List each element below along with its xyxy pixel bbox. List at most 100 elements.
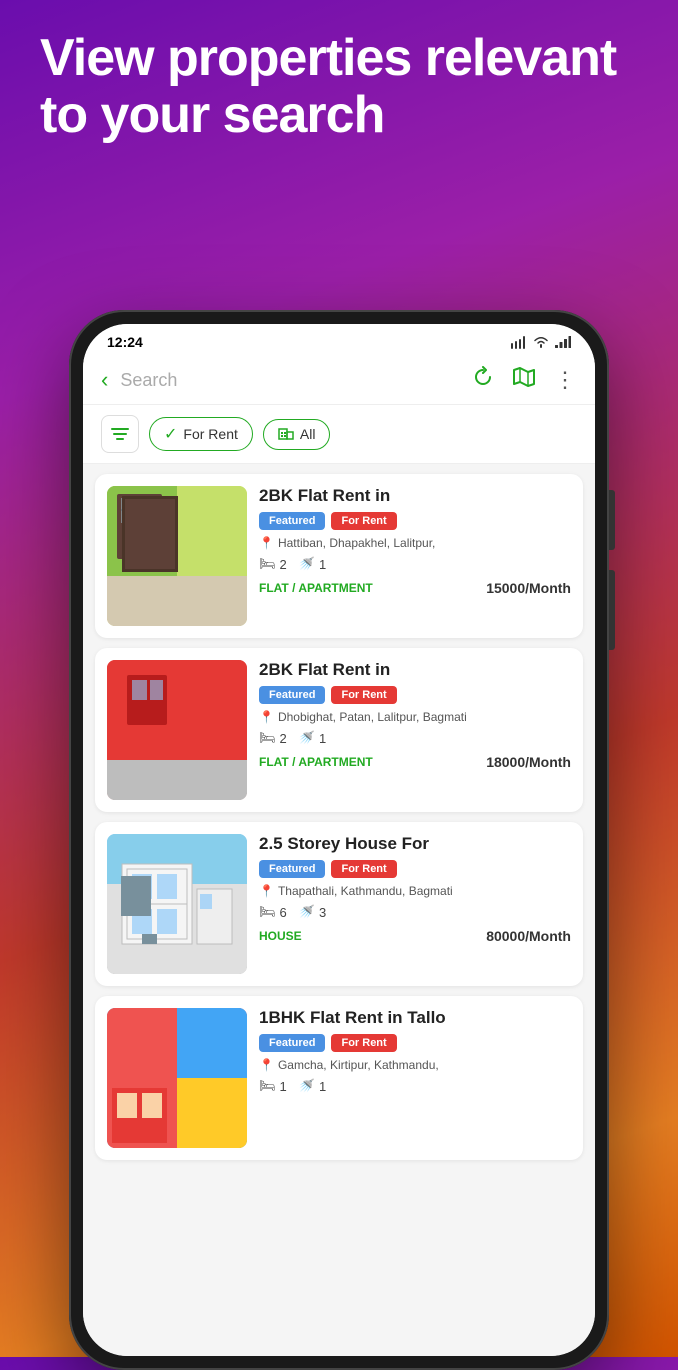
location-text-2: Dhobighat, Patan, Lalitpur, Bagmati	[278, 710, 467, 724]
for-rent-label: For Rent	[183, 426, 237, 442]
listing-location-3: 📍 Thapathali, Kathmandu, Bagmati	[259, 884, 571, 898]
listing-image-3	[107, 834, 247, 974]
listing-info-3: 2.5 Storey House For Featured For Rent 📍…	[259, 834, 571, 974]
listing-amenities-2: 🛏 2 🚿 1	[259, 730, 571, 746]
listing-title-2: 2BK Flat Rent in	[259, 660, 571, 680]
bedroom-amenity-1: 🛏 2	[259, 556, 287, 572]
location-text-1: Hattiban, Dhapakhel, Lalitpur,	[278, 536, 435, 550]
listing-info-4: 1BHK Flat Rent in Tallo Featured For Ren…	[259, 1008, 571, 1148]
bedroom-amenity-4: 🛏 1	[259, 1078, 287, 1094]
listing-price-2: 18000/Month	[486, 754, 571, 770]
listing-location-4: 📍 Gamcha, Kirtipur, Kathmandu,	[259, 1058, 571, 1072]
status-bar: 12:24	[83, 324, 595, 356]
listings-container: 2BK Flat Rent in Featured For Rent 📍 Hat…	[83, 464, 595, 1356]
listing-amenities-3: 🛏 6 🚿 3	[259, 904, 571, 920]
for-rent-badge-3: For Rent	[331, 860, 396, 878]
listing-location-1: 📍 Hattiban, Dhapakhel, Lalitpur,	[259, 536, 571, 550]
bedroom-count-1: 2	[280, 557, 287, 572]
hero-title: View properties relevant to your search	[40, 30, 638, 144]
side-button-2	[609, 570, 615, 650]
bed-icon-1: 🛏	[259, 556, 276, 572]
bathroom-amenity-1: 🚿 1	[299, 556, 326, 572]
listing-card-2[interactable]: 2BK Flat Rent in Featured For Rent 📍 Dho…	[95, 648, 583, 812]
featured-badge-1: Featured	[259, 512, 325, 530]
bedroom-amenity-2: 🛏 2	[259, 730, 287, 746]
bed-icon-3: 🛏	[259, 904, 276, 920]
location-pin-icon-1: 📍	[259, 536, 274, 550]
featured-badge-3: Featured	[259, 860, 325, 878]
listing-title-4: 1BHK Flat Rent in Tallo	[259, 1008, 571, 1028]
all-label: All	[300, 426, 316, 442]
bedroom-count-3: 6	[280, 905, 287, 920]
listing-badges-1: Featured For Rent	[259, 512, 571, 530]
listing-amenities-4: 🛏 1 🚿 1	[259, 1078, 571, 1094]
bath-icon-1: 🚿	[299, 556, 315, 572]
location-pin-icon-4: 📍	[259, 1058, 274, 1072]
bathroom-count-2: 1	[319, 731, 326, 746]
building-icon	[278, 426, 294, 443]
status-icons	[511, 335, 571, 349]
listing-card-3[interactable]: 2.5 Storey House For Featured For Rent 📍…	[95, 822, 583, 986]
phone-frame: 12:24	[69, 310, 609, 1370]
listing-title-3: 2.5 Storey House For	[259, 834, 571, 854]
property-type-3: HOUSE	[259, 929, 302, 943]
listing-info-2: 2BK Flat Rent in Featured For Rent 📍 Dho…	[259, 660, 571, 800]
search-label[interactable]: Search	[120, 370, 460, 391]
bathroom-amenity-4: 🚿 1	[299, 1078, 326, 1094]
bathroom-count-3: 3	[319, 905, 326, 920]
side-button-1	[609, 490, 615, 550]
phone-screen: 12:24	[83, 324, 595, 1356]
for-rent-badge-4: For Rent	[331, 1034, 396, 1052]
for-rent-badge-2: For Rent	[331, 686, 396, 704]
for-rent-badge-1: For Rent	[331, 512, 396, 530]
featured-badge-2: Featured	[259, 686, 325, 704]
location-text-3: Thapathali, Kathmandu, Bagmati	[278, 884, 453, 898]
bathroom-count-1: 1	[319, 557, 326, 572]
more-button[interactable]: ⋮	[554, 367, 577, 393]
bathroom-amenity-3: 🚿 3	[299, 904, 326, 920]
bed-icon-2: 🛏	[259, 730, 276, 746]
listing-badges-2: Featured For Rent	[259, 686, 571, 704]
property-type-1: FLAT / APARTMENT	[259, 581, 373, 595]
listing-image-1	[107, 486, 247, 626]
listing-image-4	[107, 1008, 247, 1148]
bed-icon-4: 🛏	[259, 1078, 276, 1094]
listing-card-4[interactable]: 1BHK Flat Rent in Tallo Featured For Ren…	[95, 996, 583, 1160]
property-type-2: FLAT / APARTMENT	[259, 755, 373, 769]
listing-footer-1: FLAT / APARTMENT 15000/Month	[259, 580, 571, 596]
bathroom-count-4: 1	[319, 1079, 326, 1094]
bath-icon-3: 🚿	[299, 904, 315, 920]
listing-card-1[interactable]: 2BK Flat Rent in Featured For Rent 📍 Hat…	[95, 474, 583, 638]
status-time: 12:24	[107, 334, 143, 350]
location-pin-icon-3: 📍	[259, 884, 274, 898]
listing-location-2: 📍 Dhobighat, Patan, Lalitpur, Bagmati	[259, 710, 571, 724]
bedroom-count-4: 1	[280, 1079, 287, 1094]
bathroom-amenity-2: 🚿 1	[299, 730, 326, 746]
filter-bar: ✓ For Rent All	[83, 405, 595, 464]
bath-icon-2: 🚿	[299, 730, 315, 746]
back-button[interactable]: ‹	[101, 367, 108, 393]
listing-title-1: 2BK Flat Rent in	[259, 486, 571, 506]
filter-button[interactable]	[101, 415, 139, 453]
bedroom-count-2: 2	[280, 731, 287, 746]
refresh-button[interactable]	[472, 366, 494, 394]
featured-badge-4: Featured	[259, 1034, 325, 1052]
map-button[interactable]	[512, 366, 536, 394]
listing-image-2	[107, 660, 247, 800]
location-pin-icon-2: 📍	[259, 710, 274, 724]
bedroom-amenity-3: 🛏 6	[259, 904, 287, 920]
listing-price-3: 80000/Month	[486, 928, 571, 944]
for-rent-chip[interactable]: ✓ For Rent	[149, 417, 253, 451]
listing-price-1: 15000/Month	[486, 580, 571, 596]
phone-mockup: 12:24	[69, 310, 609, 1370]
listing-footer-3: HOUSE 80000/Month	[259, 928, 571, 944]
bath-icon-4: 🚿	[299, 1078, 315, 1094]
listing-badges-4: Featured For Rent	[259, 1034, 571, 1052]
listing-badges-3: Featured For Rent	[259, 860, 571, 878]
header-actions: ⋮	[472, 366, 577, 394]
listing-footer-2: FLAT / APARTMENT 18000/Month	[259, 754, 571, 770]
hero-section: View properties relevant to your search	[0, 0, 678, 310]
all-chip[interactable]: All	[263, 419, 331, 450]
check-icon: ✓	[164, 424, 177, 444]
location-text-4: Gamcha, Kirtipur, Kathmandu,	[278, 1058, 439, 1072]
